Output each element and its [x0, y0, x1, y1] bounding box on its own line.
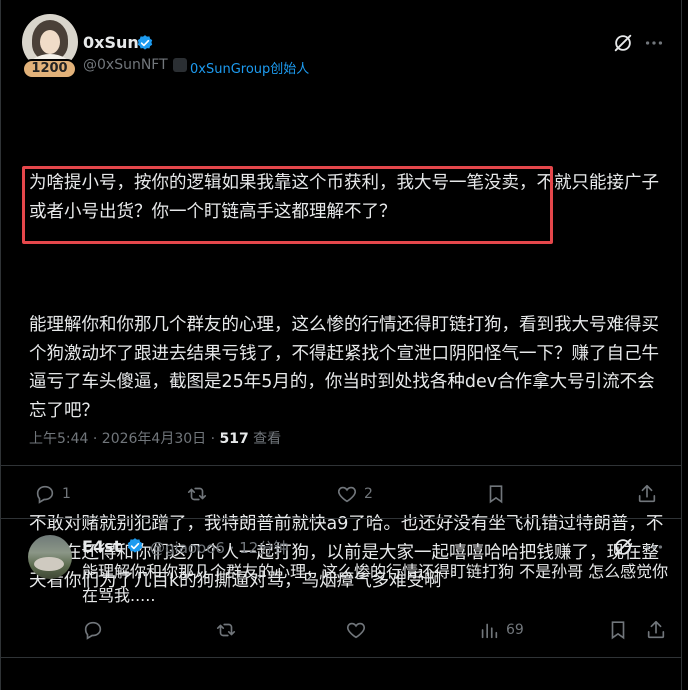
more-options-icon[interactable] — [643, 536, 665, 558]
affiliation-icon — [173, 58, 187, 72]
bookmark-icon — [611, 621, 625, 640]
like-button[interactable]: 2 — [336, 483, 373, 505]
analytics-button[interactable]: 69 — [478, 619, 524, 641]
like-count: 2 — [364, 486, 373, 502]
grok-icon[interactable] — [612, 536, 634, 558]
view-count: 517 — [219, 431, 249, 447]
avatar[interactable] — [28, 535, 72, 579]
author-name[interactable]: E4st — [82, 537, 121, 556]
bookmark-button[interactable] — [607, 619, 629, 641]
grok-icon[interactable] — [612, 32, 634, 54]
retweet-button[interactable] — [186, 483, 208, 505]
divider — [1, 657, 681, 658]
heart-icon — [347, 622, 365, 639]
retweet-button[interactable] — [215, 619, 237, 641]
tweet-paragraph: 能理解你和你那几个群友的心理，这么惨的行情还得盯链打狗，看到我大号难得买个狗激动… — [29, 315, 659, 421]
tweet-meta: 上午5:44 · 2026年4月30日 · 517 查看 — [29, 428, 281, 448]
reply-button[interactable]: 1 — [34, 483, 71, 505]
analytics-icon — [481, 623, 498, 639]
share-icon — [638, 484, 656, 503]
verified-badge-icon — [137, 35, 153, 50]
author-handle[interactable]: @0xSunNFT — [83, 57, 168, 73]
retweet-icon — [187, 487, 207, 501]
divider — [1, 465, 681, 466]
tweet-text: 为啥提小号，按你的逻辑如果我靠这个币获利，我大号一笔没卖，不就只能接广子或者小号… — [29, 112, 669, 624]
author-handle[interactable]: @giaooo6 · 12分钟 — [150, 537, 288, 558]
reply-count: 1 — [62, 486, 71, 502]
reply-icon — [36, 485, 54, 504]
affiliation-link[interactable]: 0xSunGroup创始人 — [190, 58, 309, 77]
share-button[interactable] — [645, 619, 667, 641]
reply-text: 能理解你和你那几个群友的心理，这么惨的行情还得盯链打狗 不是孙哥 怎么感觉你在骂… — [82, 562, 669, 605]
level-badge: 1200 — [22, 59, 77, 79]
divider — [1, 518, 681, 519]
view-count: 69 — [506, 622, 524, 638]
frame-border-right — [681, 0, 682, 690]
tweet-paragraph: 为啥提小号，按你的逻辑如果我靠这个币获利，我大号一笔没卖，不就只能接广子或者小号… — [29, 173, 659, 222]
verified-badge-icon — [127, 538, 143, 553]
reply-button[interactable] — [82, 619, 104, 641]
bookmark-button[interactable] — [485, 483, 507, 505]
share-button[interactable] — [636, 483, 658, 505]
like-button[interactable] — [345, 619, 367, 641]
more-options-icon[interactable] — [643, 32, 665, 54]
timestamp[interactable]: 上午5:44 · 2026年4月30日 · — [29, 431, 220, 447]
reply-icon — [84, 621, 102, 640]
bookmark-icon — [489, 485, 503, 504]
share-icon — [647, 620, 665, 639]
retweet-icon — [216, 623, 236, 637]
frame-border-left — [0, 0, 1, 690]
author-name[interactable]: 0xSun — [83, 33, 139, 52]
view-label: 查看 — [248, 431, 282, 447]
heart-icon — [338, 486, 356, 503]
